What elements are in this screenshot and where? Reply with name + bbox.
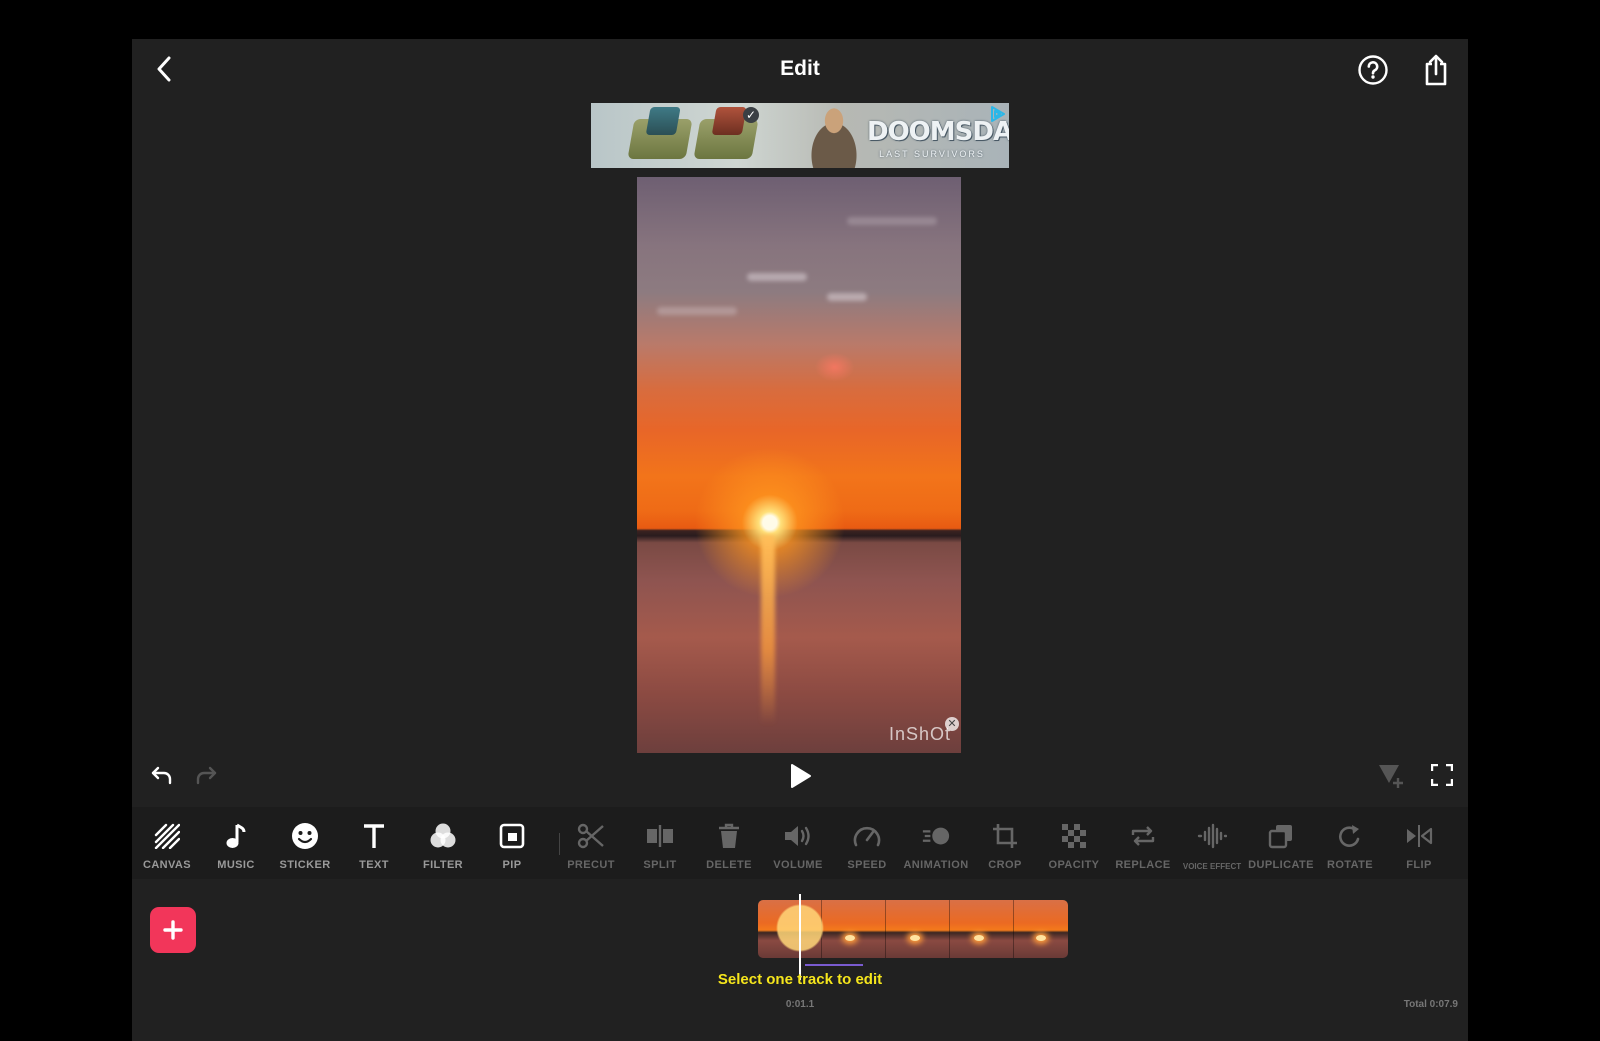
- playhead[interactable]: [799, 894, 801, 980]
- filter-icon: [428, 821, 458, 851]
- play-button[interactable]: [780, 757, 820, 795]
- tool-filter[interactable]: FILTER: [408, 815, 478, 875]
- tool-volume[interactable]: VOLUME: [763, 815, 833, 875]
- tool-voice-effect[interactable]: VOICE EFFECT: [1177, 815, 1247, 875]
- opacity-icon: [1059, 821, 1089, 851]
- keyframe-button[interactable]: [1372, 757, 1410, 793]
- cloud: [827, 293, 867, 301]
- checkmark-icon: ✓: [743, 107, 759, 123]
- tool-opacity[interactable]: OPACITY: [1039, 815, 1109, 875]
- help-icon: [1358, 55, 1388, 85]
- flip-icon: [1404, 821, 1434, 851]
- ad-character-image: [799, 105, 869, 168]
- trash-icon: [714, 821, 744, 851]
- ad-logo-subtext: LAST SURVIVORS: [879, 149, 985, 159]
- ad-building-image: [627, 107, 693, 159]
- cloud: [847, 217, 937, 225]
- canvas-icon: [152, 821, 182, 851]
- sun-reflection: [761, 535, 775, 725]
- volume-icon: [783, 821, 813, 851]
- thumbnail-sun: [1036, 935, 1046, 941]
- tool-duplicate[interactable]: DUPLICATE: [1246, 815, 1316, 875]
- duplicate-icon: [1266, 821, 1296, 851]
- tool-canvas[interactable]: CANVAS: [132, 815, 202, 875]
- video-track-clip[interactable]: [758, 900, 1068, 958]
- tool-rotate[interactable]: ROTATE: [1315, 815, 1385, 875]
- tool-text[interactable]: TEXT: [339, 815, 409, 875]
- plus-icon: [163, 920, 183, 940]
- music-icon: [221, 821, 251, 851]
- hint-text: Select one track to edit: [717, 971, 883, 988]
- play-icon: [791, 764, 811, 788]
- voice-effect-icon: [1197, 821, 1227, 851]
- add-media-button[interactable]: [150, 907, 196, 953]
- tool-music[interactable]: MUSIC: [201, 815, 271, 875]
- editor-window: Edit ✓ DOOMSDAY LAST SURVIVORS InShOt ✕: [132, 39, 1468, 1041]
- undo-button[interactable]: [144, 759, 180, 791]
- fullscreen-icon: [1431, 764, 1453, 786]
- tool-replace[interactable]: REPLACE: [1108, 815, 1178, 875]
- help-button[interactable]: [1354, 51, 1392, 89]
- total-duration: Total 0:07.9: [1403, 999, 1458, 1010]
- tool-label: FLIP: [1406, 859, 1432, 871]
- tool-label: PIP: [502, 859, 522, 871]
- watermark-close-button[interactable]: ✕: [945, 717, 959, 731]
- speed-icon: [852, 821, 882, 851]
- text-icon: [359, 821, 389, 851]
- ad-logo: DOOMSDAY LAST SURVIVORS: [867, 111, 1009, 163]
- redo-button[interactable]: [188, 759, 224, 791]
- ad-building-image: [693, 107, 759, 159]
- page-title: Edit: [780, 57, 820, 80]
- scissors-icon: [576, 821, 606, 851]
- sticker-icon: [290, 821, 320, 851]
- cloud: [657, 307, 737, 315]
- ad-logo-text: DOOMSDAY: [867, 117, 1009, 147]
- undo-icon: [151, 766, 172, 785]
- watermark: InShOt: [888, 724, 951, 744]
- tool-delete[interactable]: DELETE: [694, 815, 764, 875]
- tool-precut[interactable]: PRECUT: [556, 815, 626, 875]
- thumbnail-sun: [910, 935, 920, 941]
- tool-crop[interactable]: CROP: [970, 815, 1040, 875]
- split-icon: [645, 821, 675, 851]
- rotate-icon: [1335, 821, 1365, 851]
- keyframe-icon: [1379, 765, 1403, 788]
- fullscreen-button[interactable]: [1424, 757, 1460, 793]
- pip-icon: [497, 821, 527, 851]
- thumbnail-sun: [845, 935, 855, 941]
- tool-speed[interactable]: SPEED: [832, 815, 902, 875]
- toolbar: CANVAS MUSIC STICKER TEXT FILTER PIP PRE…: [132, 807, 1468, 879]
- tool-pip[interactable]: PIP: [477, 815, 547, 875]
- share-button[interactable]: [1418, 51, 1454, 89]
- audio-track-line[interactable]: [805, 964, 863, 966]
- video-preview[interactable]: InShOt ✕: [637, 177, 961, 753]
- crop-icon: [990, 821, 1020, 851]
- share-icon: [1425, 54, 1447, 86]
- thumbnail-sun: [974, 935, 984, 941]
- cloud: [747, 273, 807, 281]
- redo-icon: [196, 766, 217, 785]
- replace-icon: [1128, 821, 1158, 851]
- tool-flip[interactable]: FLIP: [1384, 815, 1454, 875]
- current-time: 0:01.1: [785, 999, 815, 1010]
- tool-sticker[interactable]: STICKER: [270, 815, 340, 875]
- tool-animation[interactable]: ANIMATION: [901, 815, 971, 875]
- tool-split[interactable]: SPLIT: [625, 815, 695, 875]
- animation-icon: [921, 821, 951, 851]
- ad-choices-icon[interactable]: [989, 105, 1007, 123]
- ad-banner[interactable]: ✓ DOOMSDAY LAST SURVIVORS: [591, 103, 1009, 168]
